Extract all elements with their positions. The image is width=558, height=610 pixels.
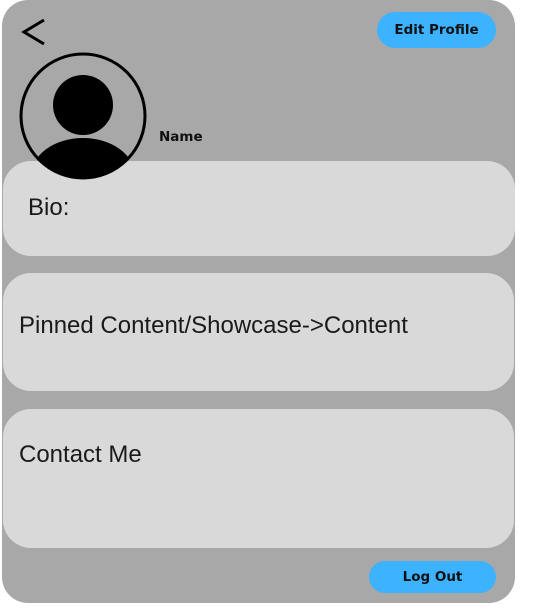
logout-button[interactable]: Log Out (369, 561, 496, 593)
back-button[interactable] (18, 12, 50, 52)
bio-label: Bio: (28, 194, 70, 221)
pinned-content-label: Pinned Content/Showcase->Content (19, 312, 408, 339)
logout-label: Log Out (402, 569, 463, 585)
edit-profile-label: Edit Profile (394, 22, 479, 38)
pinned-content-card[interactable]: Pinned Content/Showcase->Content (3, 273, 514, 391)
user-avatar-icon (19, 52, 147, 180)
profile-name: Name (159, 129, 203, 145)
contact-label: Contact Me (19, 441, 142, 468)
edit-profile-button[interactable]: Edit Profile (377, 12, 496, 48)
contact-card[interactable]: Contact Me (3, 409, 514, 548)
chevron-left-icon (21, 18, 45, 46)
avatar[interactable] (19, 52, 147, 180)
